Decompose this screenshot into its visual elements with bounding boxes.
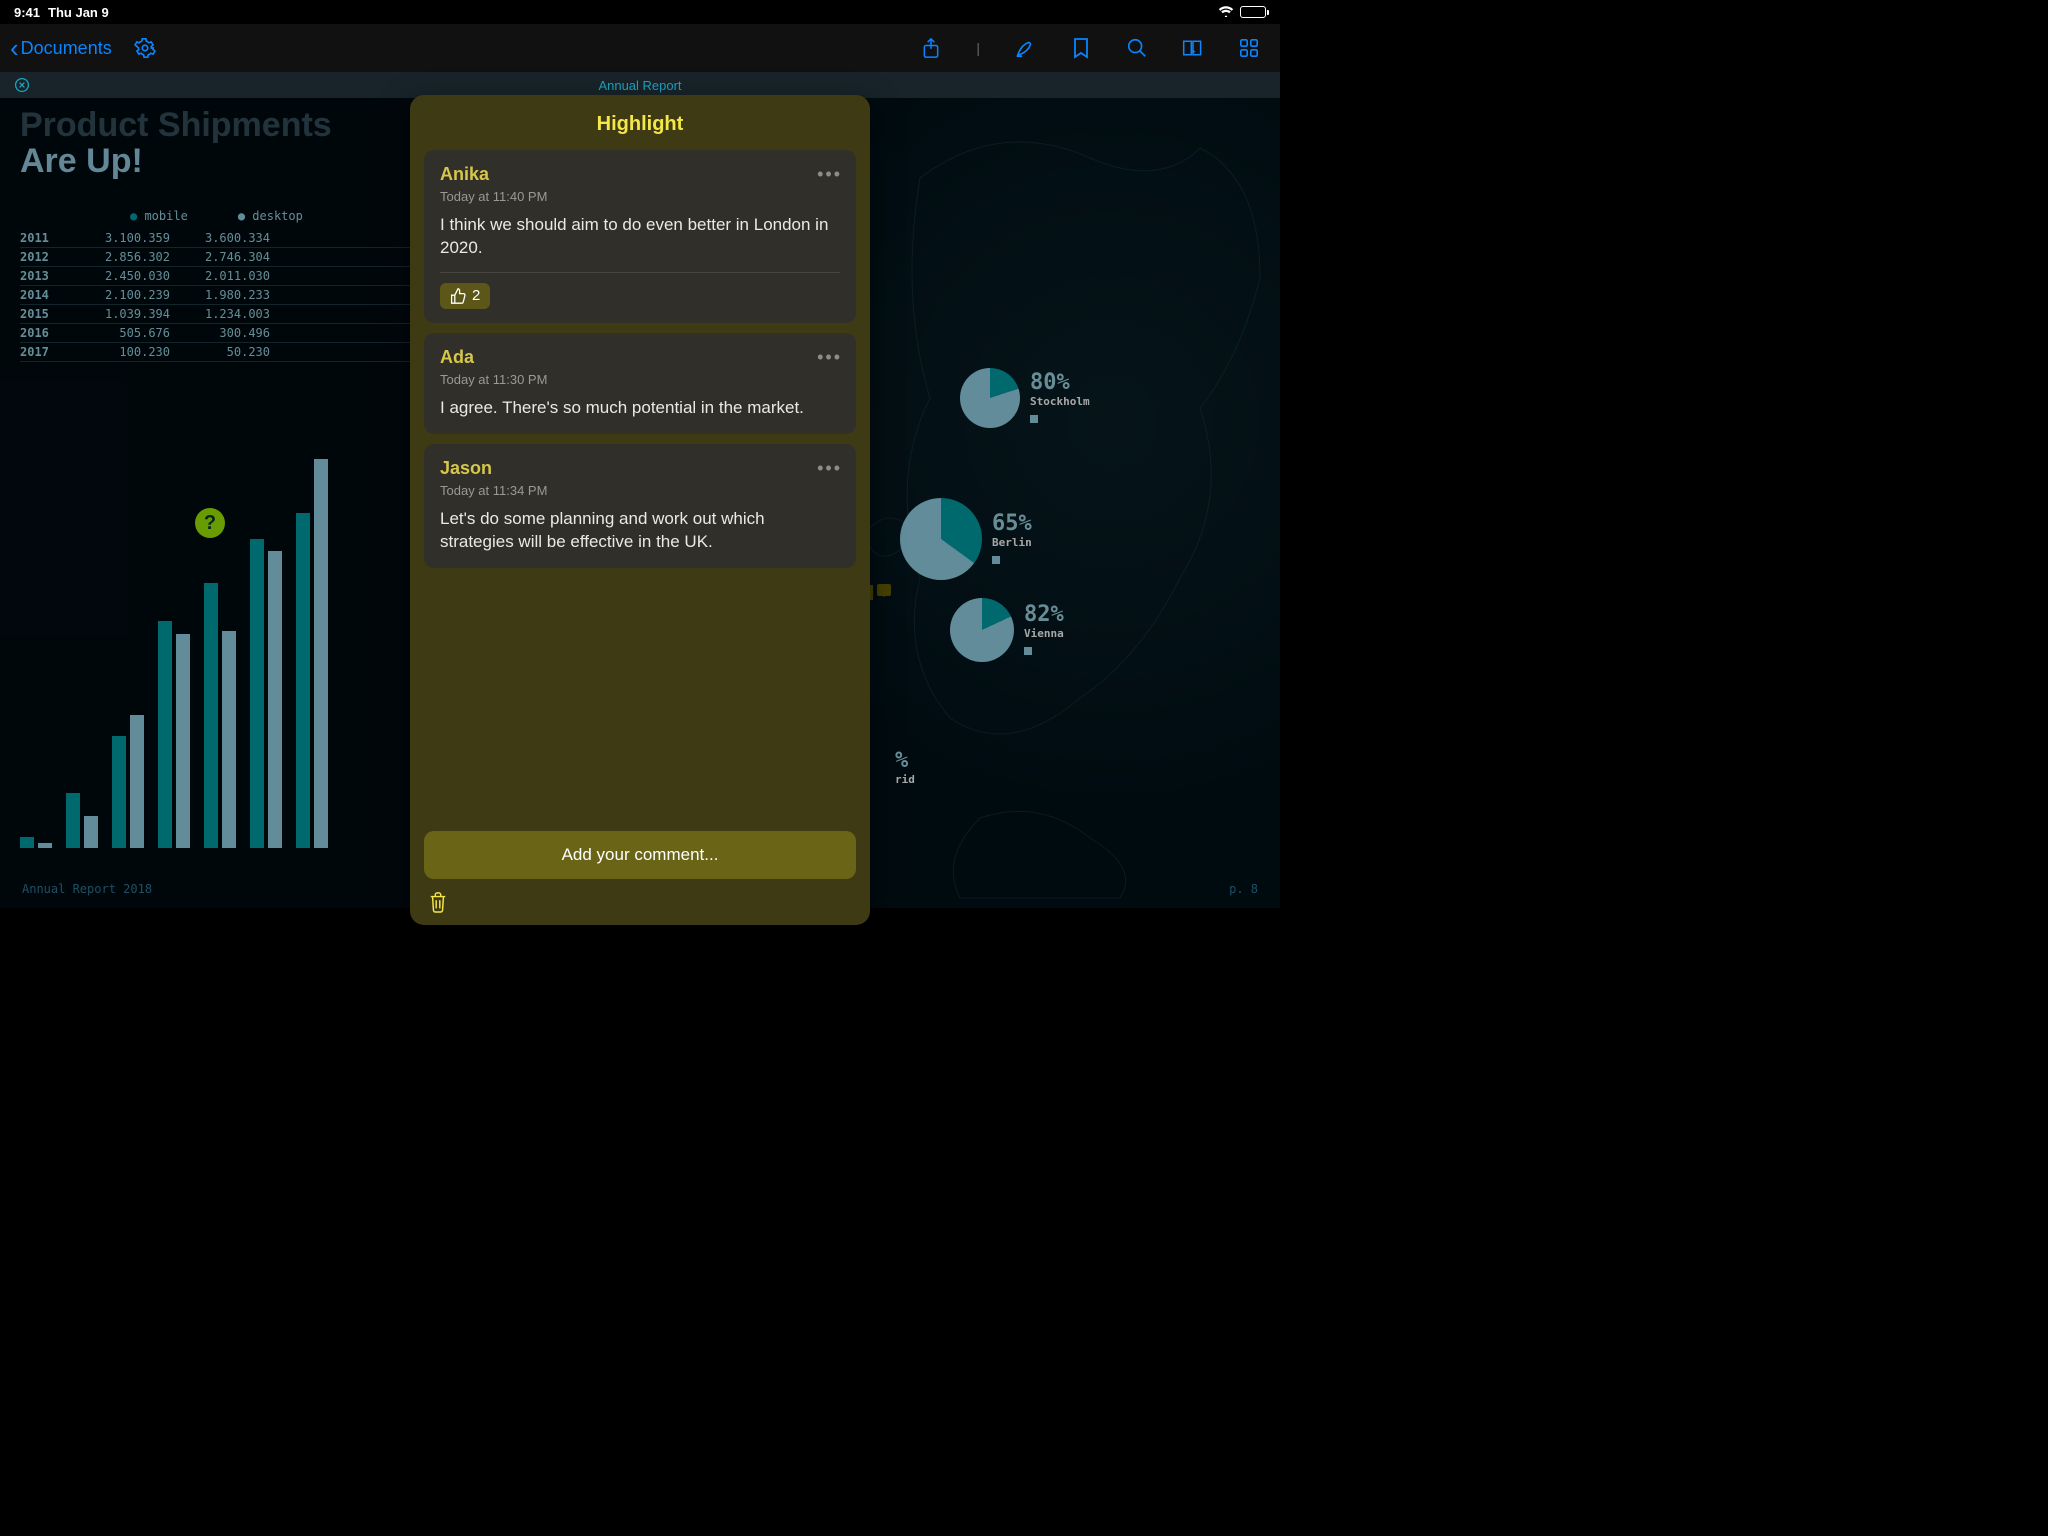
comment-text: I think we should aim to do even better … (440, 214, 840, 260)
search-icon[interactable] (1126, 37, 1148, 59)
wifi-icon (1218, 6, 1234, 18)
comment-author: Ada (440, 347, 840, 368)
comment-text: Let's do some planning and work out whic… (440, 508, 840, 554)
battery-icon (1240, 6, 1266, 18)
more-icon[interactable]: ••• (817, 347, 842, 368)
gear-icon[interactable] (134, 37, 156, 59)
comment-ada[interactable]: ••• Ada Today at 11:30 PM I agree. There… (424, 333, 856, 434)
comment-text: I agree. There's so much potential in th… (440, 397, 840, 420)
bookmark-icon[interactable] (1070, 37, 1092, 59)
grid-icon[interactable] (1238, 37, 1260, 59)
comment-author: Anika (440, 164, 840, 185)
comment-author: Jason (440, 458, 840, 479)
add-comment-button[interactable]: Add your comment... (424, 831, 856, 879)
toolbar-divider: | (976, 40, 980, 56)
status-date: Thu Jan 9 (48, 5, 109, 20)
thumbs-up-icon (450, 287, 466, 305)
highlight-popover: Highlight ••• Anika Today at 11:40 PM I … (410, 95, 870, 925)
comment-time: Today at 11:40 PM (440, 189, 840, 204)
back-button[interactable]: ‹ Documents (10, 35, 112, 61)
more-icon[interactable]: ••• (817, 164, 842, 185)
outline-icon[interactable] (1182, 37, 1204, 59)
status-bar: 9:41 Thu Jan 9 (0, 0, 1280, 24)
popover-title: Highlight (424, 113, 856, 136)
close-icon[interactable] (14, 77, 30, 93)
comment-time: Today at 11:30 PM (440, 372, 840, 387)
like-button[interactable]: 2 (440, 283, 490, 309)
banner-title: Annual Report (598, 78, 681, 93)
comment-anika[interactable]: ••• Anika Today at 11:40 PM I think we s… (424, 150, 856, 323)
nav-bar: ‹ Documents | (0, 24, 1280, 72)
back-label: Documents (21, 38, 112, 59)
comment-time: Today at 11:34 PM (440, 483, 840, 498)
more-icon[interactable]: ••• (817, 458, 842, 479)
comment-jason[interactable]: ••• Jason Today at 11:34 PM Let's do som… (424, 444, 856, 568)
status-time: 9:41 (14, 5, 40, 20)
trash-icon[interactable] (424, 889, 452, 915)
like-count: 2 (472, 287, 480, 304)
chevron-left-icon: ‹ (10, 35, 19, 61)
annotate-icon[interactable] (1014, 37, 1036, 59)
share-icon[interactable] (920, 37, 942, 59)
